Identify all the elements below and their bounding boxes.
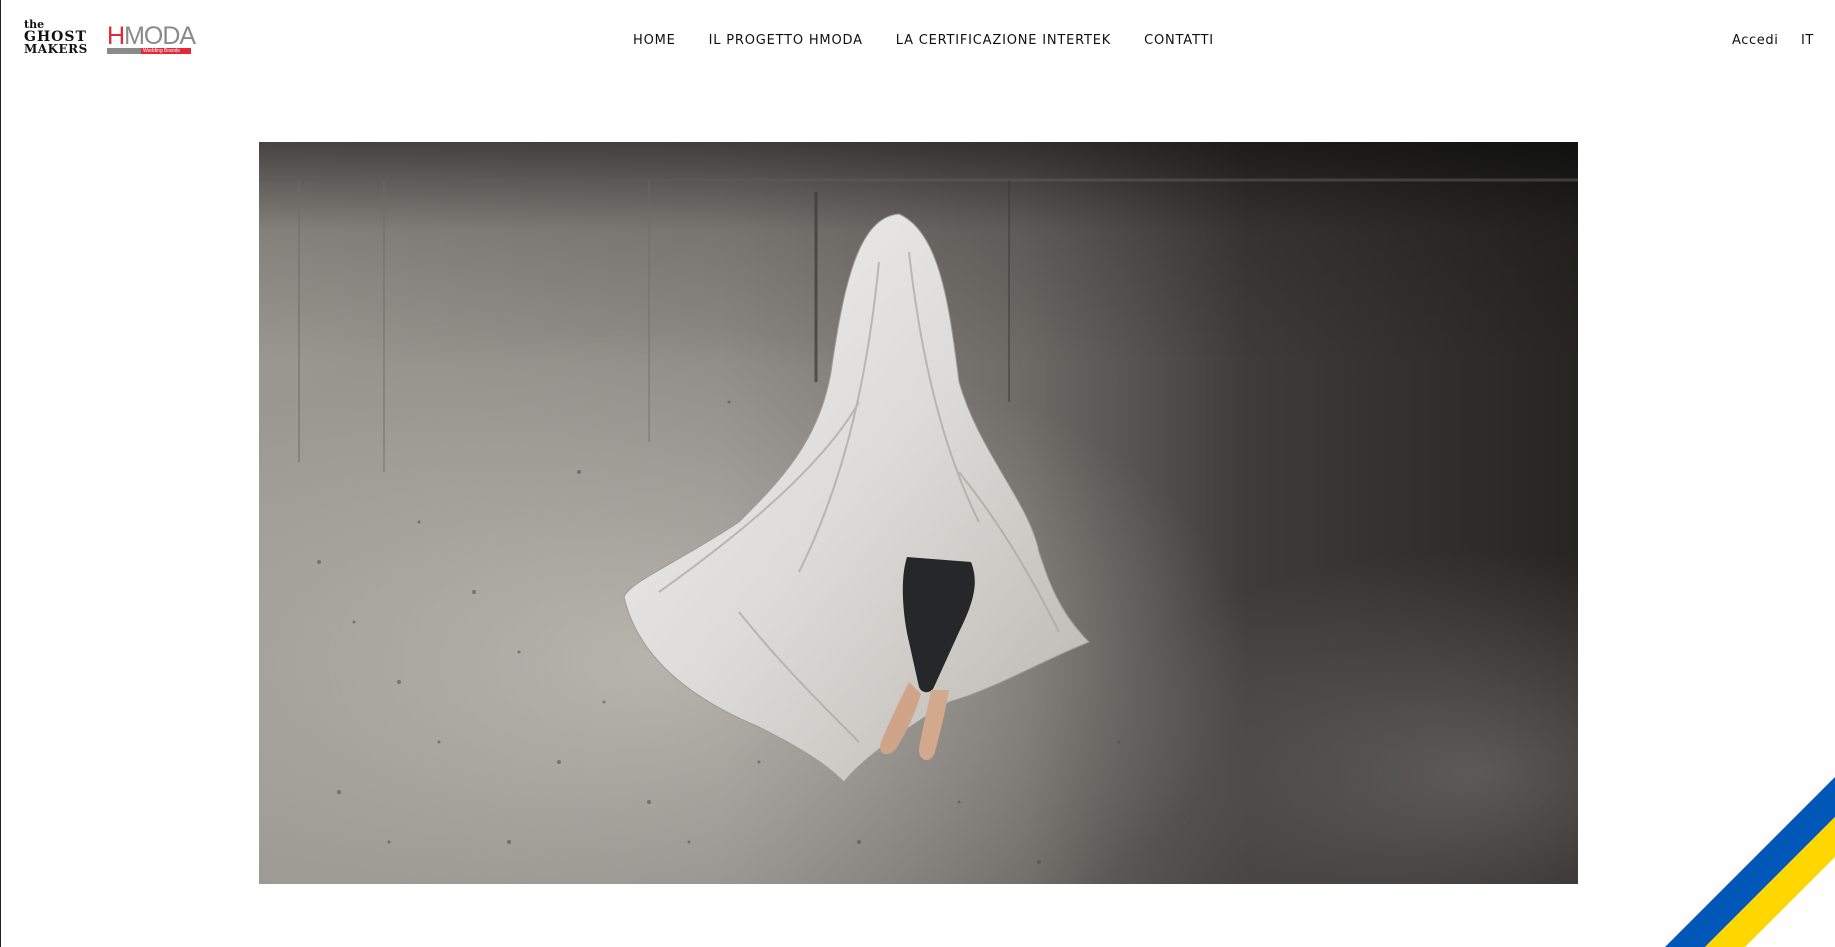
hmoda-logo-h: H (107, 22, 125, 50)
login-link[interactable]: Accedi (1732, 32, 1778, 50)
ribbon-yellow-stripe (1705, 817, 1835, 947)
ukraine-flag-ribbon (1665, 777, 1835, 947)
hmoda-logo-word: HMODA (107, 22, 196, 50)
ghost-logo-line-3: MAKERS (24, 42, 88, 56)
page: the GHOST MAKERS HMODA Wedding Brands HO… (0, 0, 1835, 947)
hmoda-logo-bar-grey (107, 48, 141, 54)
main-nav: HOME IL PROGETTO HMODA LA CERTIFICAZIONE… (633, 32, 1214, 50)
hmoda-logo-moda: MODA (124, 22, 196, 50)
nav-contatti[interactable]: CONTATTI (1144, 32, 1214, 50)
ghost-makers-logo[interactable]: the GHOST MAKERS (24, 19, 90, 56)
hmoda-logo-bar: Wedding Brands (107, 48, 191, 54)
ghost-sheet-photo (259, 142, 1578, 884)
language-selector[interactable]: IT (1801, 32, 1814, 50)
hero-image (259, 142, 1578, 884)
nav-home[interactable]: HOME (633, 32, 676, 50)
nav-certificazione-intertek[interactable]: LA CERTIFICAZIONE INTERTEK (896, 32, 1111, 50)
ukraine-ribbon (1665, 777, 1835, 947)
nav-il-progetto-hmoda[interactable]: IL PROGETTO HMODA (709, 32, 863, 50)
hmoda-logo[interactable]: HMODA Wedding Brands (107, 22, 196, 54)
site-header: the GHOST MAKERS HMODA Wedding Brands HO… (1, 0, 1835, 82)
hmoda-logo-subtitle: Wedding Brands (143, 48, 180, 54)
